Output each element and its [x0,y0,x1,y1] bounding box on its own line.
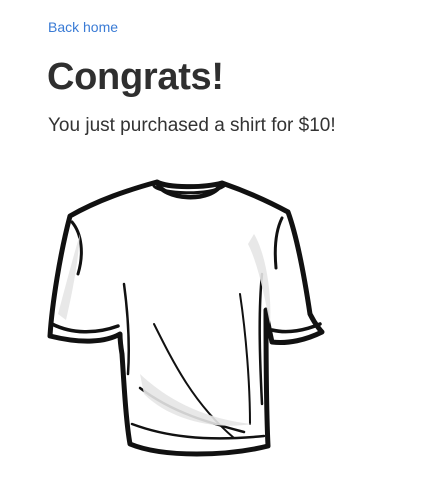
t-shirt-icon [47,179,325,457]
purchase-message: You just purchased a shirt for $10! [48,115,336,136]
page-title: Congrats! [47,56,224,98]
back-home-link[interactable]: Back home [48,17,118,37]
